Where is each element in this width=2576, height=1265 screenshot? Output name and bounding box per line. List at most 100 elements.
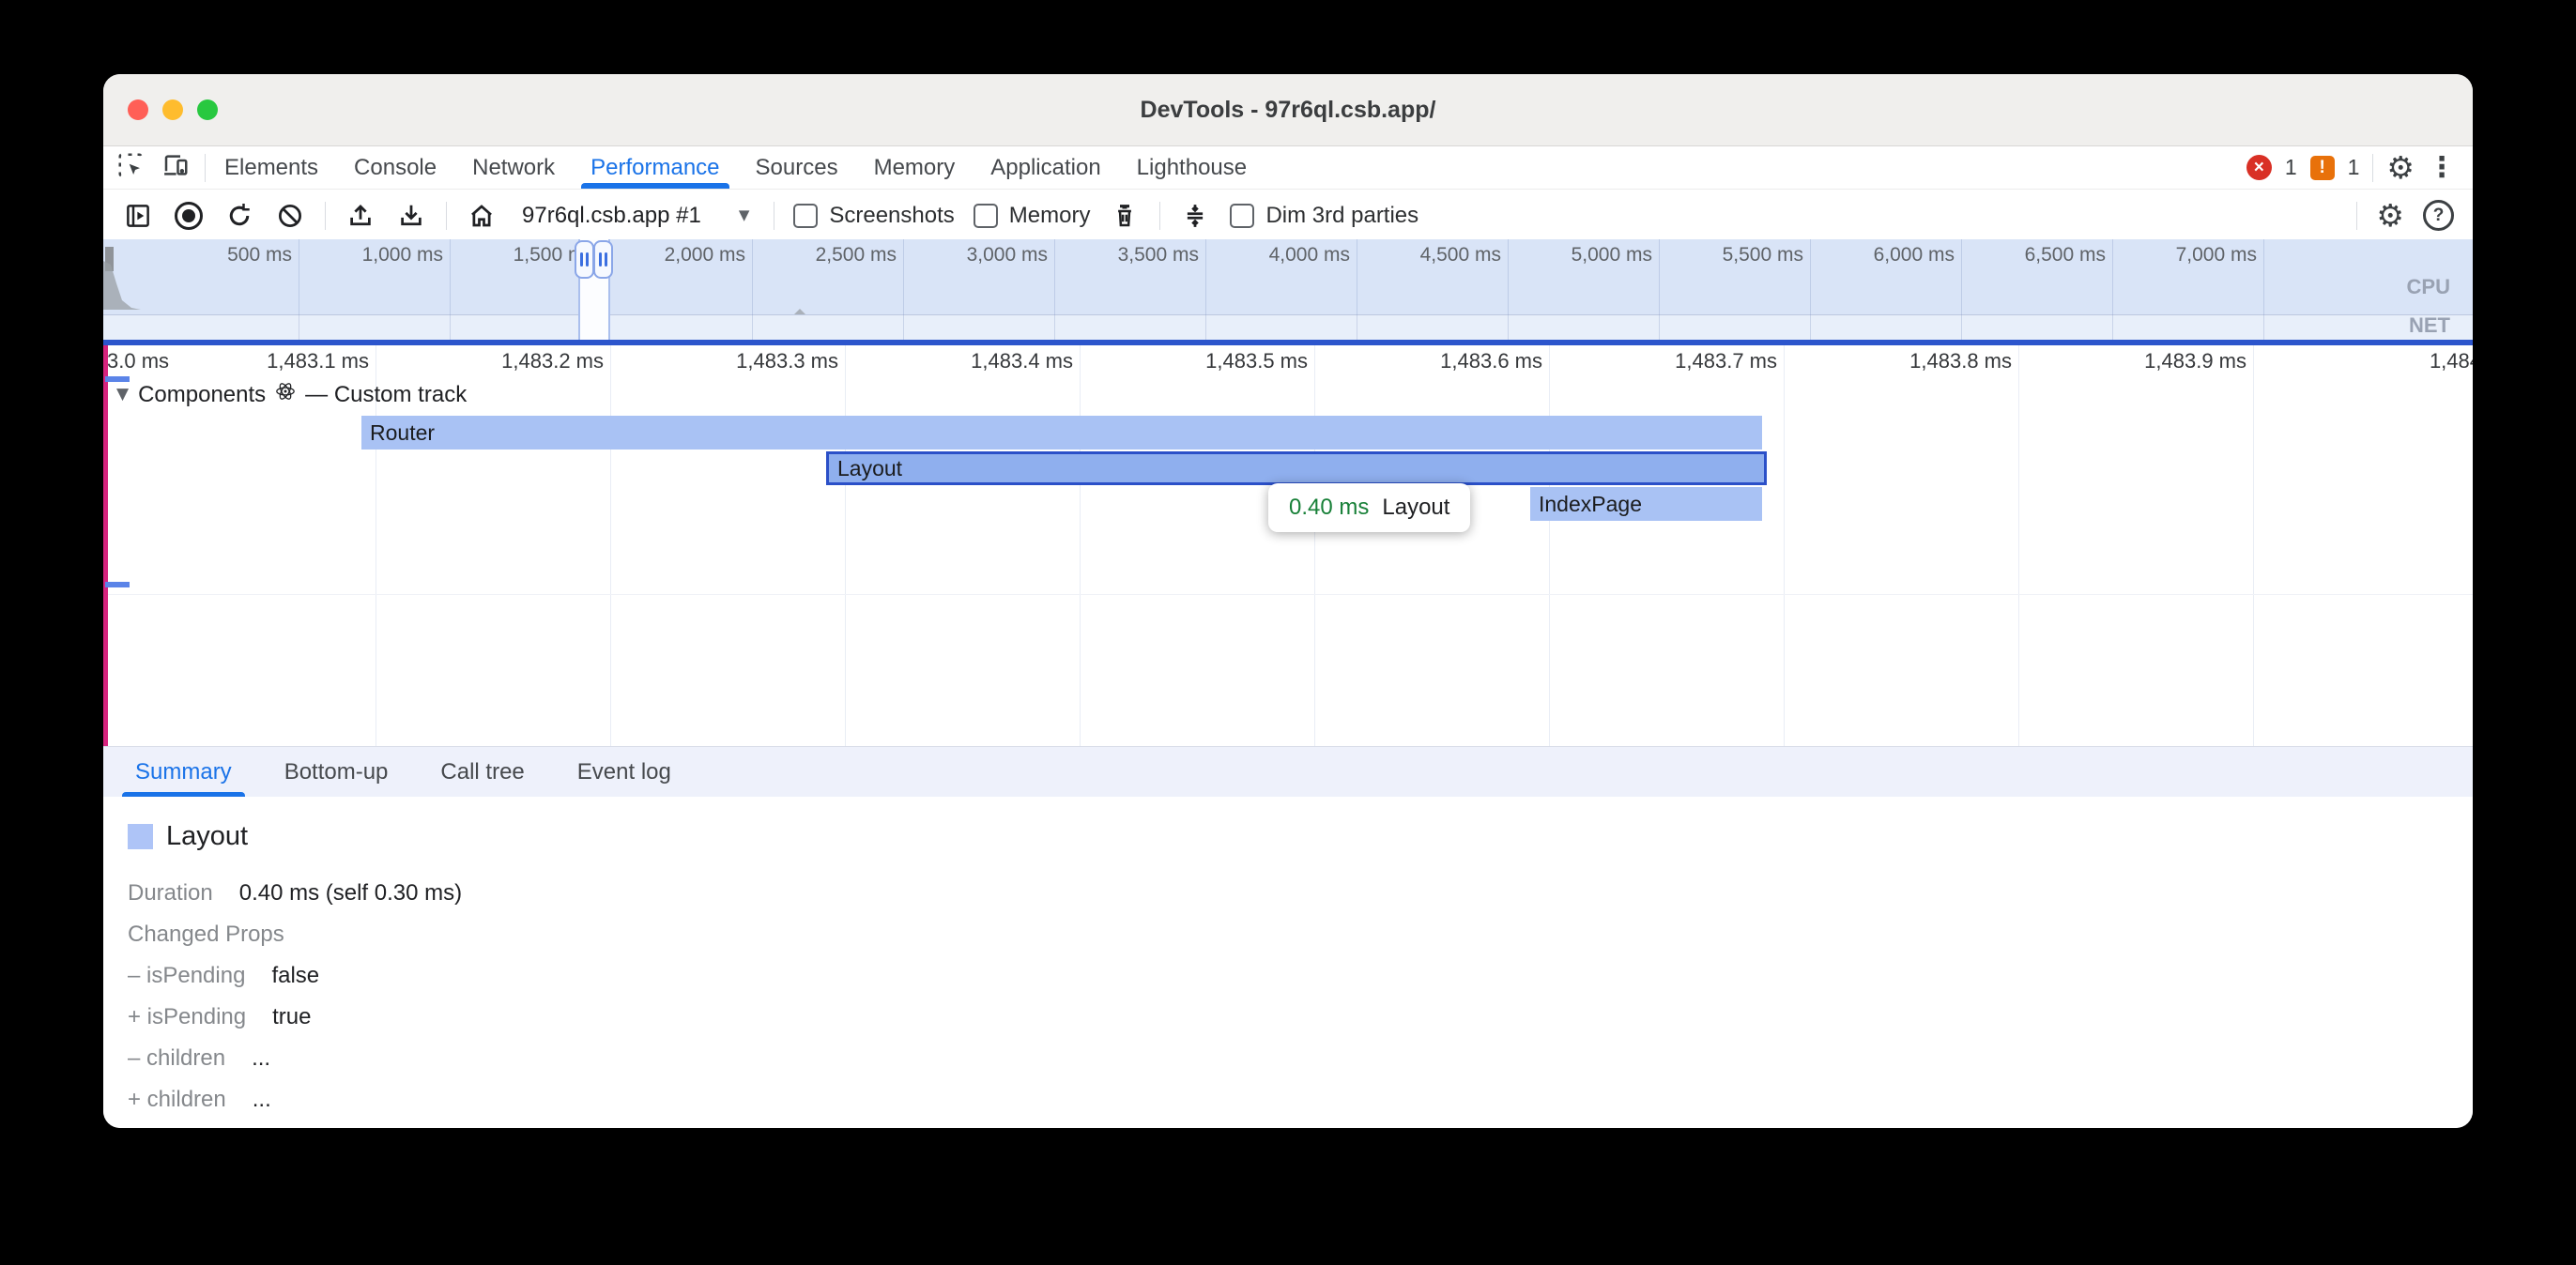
dim-3rd-parties-label: Dim 3rd parties [1265, 203, 1418, 229]
ruler-tick-label: 1,483.6 ms [1440, 349, 1549, 373]
tab-label: Application [990, 155, 1100, 181]
tab-label: Lighthouse [1137, 155, 1247, 181]
event-color-swatch [128, 824, 153, 849]
selection-right-handle[interactable] [593, 240, 613, 279]
selection-left-handle[interactable] [575, 240, 594, 279]
tab-console[interactable]: Console [354, 146, 437, 189]
divider [2356, 202, 2357, 230]
details-tab-bottom-up[interactable]: Bottom-up [284, 747, 389, 798]
details-tab-call-tree[interactable]: Call tree [440, 747, 524, 798]
record-icon[interactable] [173, 200, 205, 232]
overview-gridline [1961, 239, 1962, 340]
overview-tick-label: 7,000 ms [2176, 244, 2263, 267]
summary-row-label: Duration [128, 880, 213, 907]
ruler-gridline [845, 345, 846, 375]
summary-row-label: – children [128, 1045, 225, 1072]
tab-label: Performance [590, 155, 719, 181]
warning-count: 1 [2348, 155, 2360, 180]
screenshots-checkbox[interactable] [793, 204, 818, 228]
ruler-gridline [2253, 345, 2254, 375]
chevron-down-icon: ▼ [739, 208, 750, 222]
summary-row: + isPendingtrue [128, 997, 2473, 1038]
error-badge-icon[interactable]: × [2246, 155, 2272, 180]
dim-3rd-parties-checkbox-row[interactable]: Dim 3rd parties [1230, 203, 1418, 229]
tab-label: Elements [224, 155, 318, 181]
home-icon[interactable] [466, 200, 498, 232]
tab-label: Sources [756, 155, 838, 181]
details-tab-label: Bottom-up [284, 759, 389, 785]
collect-garbage-icon[interactable] [1109, 200, 1141, 232]
details-tab-label: Call tree [440, 759, 524, 785]
tab-label: Network [472, 155, 555, 181]
divider [325, 202, 326, 230]
devtools-tab-bar: Elements Console Network Performance Sources… [103, 146, 2473, 190]
memory-checkbox-row[interactable]: Memory [974, 203, 1091, 229]
divider [2372, 154, 2373, 182]
summary-row: – isPendingfalse [128, 955, 2473, 997]
ruler-gridline [1080, 345, 1081, 375]
overview-tick-label: 6,500 ms [2025, 244, 2112, 267]
overview-gridline [1054, 239, 1055, 340]
clear-icon[interactable] [274, 200, 306, 232]
overview-tick-label: 4,500 ms [1420, 244, 1508, 267]
ruler-tick-label: 1,483.3 ms [736, 349, 845, 373]
collapse-flame-icon[interactable] [1179, 200, 1211, 232]
ruler-gridline [610, 345, 611, 375]
summary-row-label: + isPending [128, 1004, 246, 1030]
overview-gridline [1205, 239, 1206, 340]
performance-toolbar: 97r6ql.csb.app #1 ▼ Screenshots Memory [103, 190, 2473, 242]
react-atom-icon [275, 381, 296, 408]
memory-checkbox[interactable] [974, 204, 998, 228]
flame-gridline [2253, 375, 2254, 746]
warning-badge-icon[interactable]: ! [2310, 156, 2335, 180]
tab-application[interactable]: Application [990, 146, 1100, 189]
capture-settings-gear-icon[interactable]: ⚙ [2376, 200, 2404, 231]
flame-event-indexpage[interactable]: IndexPage [1530, 487, 1762, 521]
ruler-gridline [2018, 345, 2019, 375]
save-profile-icon[interactable] [395, 200, 427, 232]
timeline-overview[interactable]: CPU NET 500 ms1,000 ms1,500 ms2,000 ms2,… [103, 239, 2473, 340]
settings-gear-icon[interactable]: ⚙ [2386, 152, 2415, 183]
target-selector-value: 97r6ql.csb.app #1 [522, 203, 701, 229]
summary-row-label: Changed Props [128, 922, 284, 948]
record-and-reload-icon[interactable] [223, 200, 255, 232]
tab-network[interactable]: Network [472, 146, 555, 189]
tab-performance[interactable]: Performance [590, 146, 719, 189]
details-tab-bar: Summary Bottom-up Call tree Event log [103, 746, 2473, 799]
overview-tick-label: 2,500 ms [816, 244, 903, 267]
help-icon[interactable]: ? [2423, 200, 2454, 231]
flame-event-label: Router [370, 420, 435, 446]
tab-lighthouse[interactable]: Lighthouse [1137, 146, 1247, 189]
details-tab-summary[interactable]: Summary [135, 747, 232, 798]
details-tab-event-log[interactable]: Event log [577, 747, 671, 798]
tab-elements[interactable]: Elements [224, 146, 318, 189]
overview-tick-label: 2,000 ms [665, 244, 752, 267]
summary-row-value: false [271, 963, 319, 989]
summary-row-value: ... [253, 1087, 271, 1113]
custom-track-header[interactable]: ▼ Components — Custom track [116, 381, 467, 408]
load-profile-icon[interactable] [345, 200, 376, 232]
tab-memory[interactable]: Memory [874, 146, 956, 189]
flamechart-area[interactable]: ▼ Components — Custom track Router Layout… [103, 375, 2473, 746]
device-toolbar-icon[interactable] [161, 151, 190, 184]
details-tab-label: Summary [135, 759, 232, 785]
tab-sources[interactable]: Sources [756, 146, 838, 189]
overview-tick-label: 6,000 ms [1874, 244, 1961, 267]
overview-gridline [1659, 239, 1660, 340]
overview-tick-label: 3,500 ms [1118, 244, 1205, 267]
collapse-track-caret-icon[interactable]: ▼ [116, 387, 129, 403]
live-metrics-panel-icon[interactable] [122, 200, 154, 232]
inspect-element-icon[interactable] [116, 151, 145, 184]
overview-tick-label: 4,000 ms [1269, 244, 1357, 267]
target-selector-dropdown[interactable]: 97r6ql.csb.app #1 ▼ [516, 203, 755, 229]
devtools-window: DevTools - 97r6ql.csb.app/ ElementsConso… [103, 74, 2473, 1128]
flame-event-router[interactable]: Router [361, 416, 1762, 450]
screenshots-checkbox-row[interactable]: Screenshots [793, 203, 954, 229]
ruler-tick-label: 1,484 [2430, 349, 2473, 373]
flame-event-label: Layout [837, 456, 902, 481]
flame-event-layout[interactable]: Layout [826, 451, 1767, 485]
overview-gridline [1508, 239, 1509, 340]
more-options-icon[interactable]: ⋮ [2428, 154, 2456, 182]
overview-tick-label: 3,000 ms [967, 244, 1054, 267]
dim-3rd-parties-checkbox[interactable] [1230, 204, 1254, 228]
